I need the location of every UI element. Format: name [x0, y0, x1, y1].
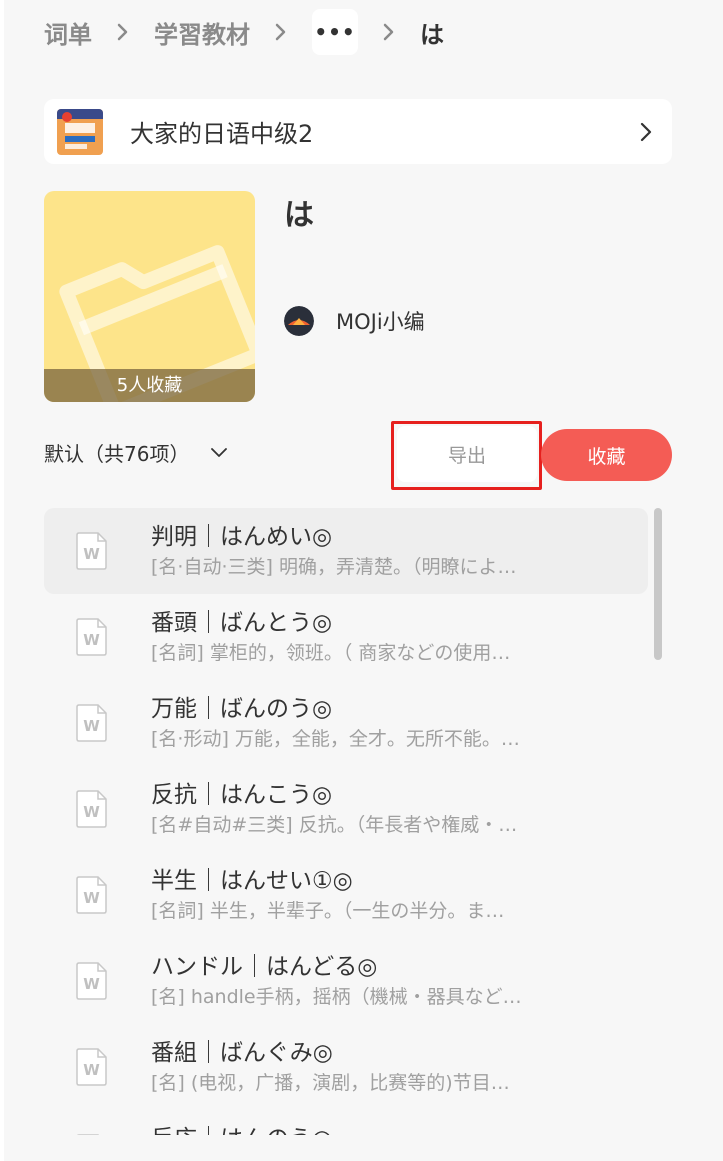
list-item[interactable]: W ハンドル｜はんどる◎ [名] handle手柄，摇柄（機械・器具など…: [44, 938, 648, 1024]
word-title: 番頭｜ばんとう◎: [151, 610, 333, 636]
list-item[interactable]: W 半生｜はんせい①◎ [名詞] 半生，半辈子。（一生の半分。ま…: [44, 852, 648, 938]
breadcrumb-more-button[interactable]: •••: [312, 9, 358, 55]
list-item[interactable]: W 番頭｜ばんとう◎ [名詞] 掌柜的，领班。（ 商家などの使用…: [44, 594, 648, 680]
favorite-button[interactable]: 收藏: [541, 429, 672, 481]
word-definition: [名·形动] 万能，全能，全才。无所不能。…: [151, 728, 520, 750]
list-item[interactable]: W 判明｜はんめい◎ [名·自动·三类] 明确，弄清楚。（明瞭によ…: [44, 508, 648, 594]
word-document-icon: W: [76, 876, 107, 914]
word-title: 半生｜はんせい①◎: [151, 868, 353, 894]
book-card[interactable]: 大家的日语中级2: [44, 99, 672, 164]
word-title: 万能｜ばんのう◎: [151, 696, 333, 722]
chevron-right-icon: [640, 122, 652, 141]
word-document-icon: W: [76, 790, 107, 828]
svg-text:W: W: [83, 717, 100, 735]
svg-text:W: W: [83, 1061, 100, 1079]
sort-dropdown[interactable]: 默认（共76项）: [44, 438, 228, 467]
word-document-icon: W: [76, 1048, 107, 1086]
svg-text:W: W: [83, 803, 100, 821]
word-document-icon: W: [76, 704, 107, 742]
word-document-icon: W: [76, 532, 107, 570]
list-cover: 5人收藏: [44, 191, 255, 402]
svg-text:W: W: [83, 545, 100, 563]
list-item[interactable]: W 万能｜ばんのう◎ [名·形动] 万能，全能，全才。无所不能。…: [44, 680, 648, 766]
word-document-icon: W: [76, 962, 107, 1000]
book-cover-thumbnail: [57, 108, 103, 155]
word-title: ハンドル｜はんどる◎: [151, 954, 378, 980]
list-item[interactable]: W 番組｜ばんぐみ◎ [名] (电视，广播，演剧，比赛等的)节目…: [44, 1024, 648, 1110]
word-definition: [名#自动#三类] 反抗。（年長者や権威・…: [151, 814, 518, 836]
chevron-right-icon: [358, 23, 420, 41]
word-list-page: 词单 学習教材 ••• は 大家的日语中级2 5人收藏 は MOJi小编 默认（…: [0, 0, 723, 1161]
word-title: 反応｜はんのう◎: [151, 1119, 332, 1135]
scrollbar[interactable]: [654, 508, 662, 660]
favorites-count: 5人收藏: [44, 369, 255, 402]
word-definition: [名詞] 半生，半辈子。（一生の半分。ま…: [151, 900, 505, 922]
word-title: 番組｜ばんぐみ◎: [151, 1040, 333, 1066]
list-item[interactable]: W 反応｜はんのう◎: [44, 1110, 648, 1135]
word-title: 判明｜はんめい◎: [151, 524, 333, 550]
word-definition: [名詞] 掌柜的，领班。（ 商家などの使用…: [151, 642, 511, 664]
chevron-down-icon: [211, 447, 228, 457]
list-item[interactable]: W 反抗｜はんこう◎ [名#自动#三类] 反抗。（年長者や権威・…: [44, 766, 648, 852]
breadcrumb-current: は: [420, 20, 444, 49]
export-button[interactable]: 导出: [397, 426, 537, 482]
svg-text:W: W: [83, 975, 100, 993]
chevron-right-icon: [92, 23, 154, 41]
word-definition: [名] (电视，广播，演剧，比赛等的)节目…: [151, 1072, 510, 1094]
breadcrumb-item-textbooks[interactable]: 学習教材: [154, 15, 250, 50]
svg-text:W: W: [83, 889, 100, 907]
author[interactable]: MOJi小编: [284, 306, 425, 336]
word-document-icon: W: [76, 618, 107, 656]
word-title: 反抗｜はんこう◎: [151, 782, 333, 808]
page-title: は: [284, 198, 314, 233]
svg-text:W: W: [83, 631, 100, 649]
author-name: MOJi小编: [336, 310, 425, 334]
word-document-icon: W: [77, 1134, 100, 1135]
breadcrumb: 词单 学習教材 ••• は: [44, 9, 444, 55]
word-list[interactable]: W 判明｜はんめい◎ [名·自动·三类] 明确，弄清楚。（明瞭によ… W 番頭｜…: [44, 508, 648, 1135]
breadcrumb-item-wordlists[interactable]: 词单: [44, 15, 92, 50]
chevron-right-icon: [250, 23, 312, 41]
sort-label: 默认（共76项）: [44, 442, 190, 466]
word-definition: [名] handle手柄，摇柄（機械・器具など…: [151, 986, 522, 1008]
word-definition: [名·自动·三类] 明确，弄清楚。（明瞭によ…: [151, 556, 517, 578]
book-title: 大家的日语中级2: [130, 120, 314, 148]
avatar: [284, 306, 314, 336]
